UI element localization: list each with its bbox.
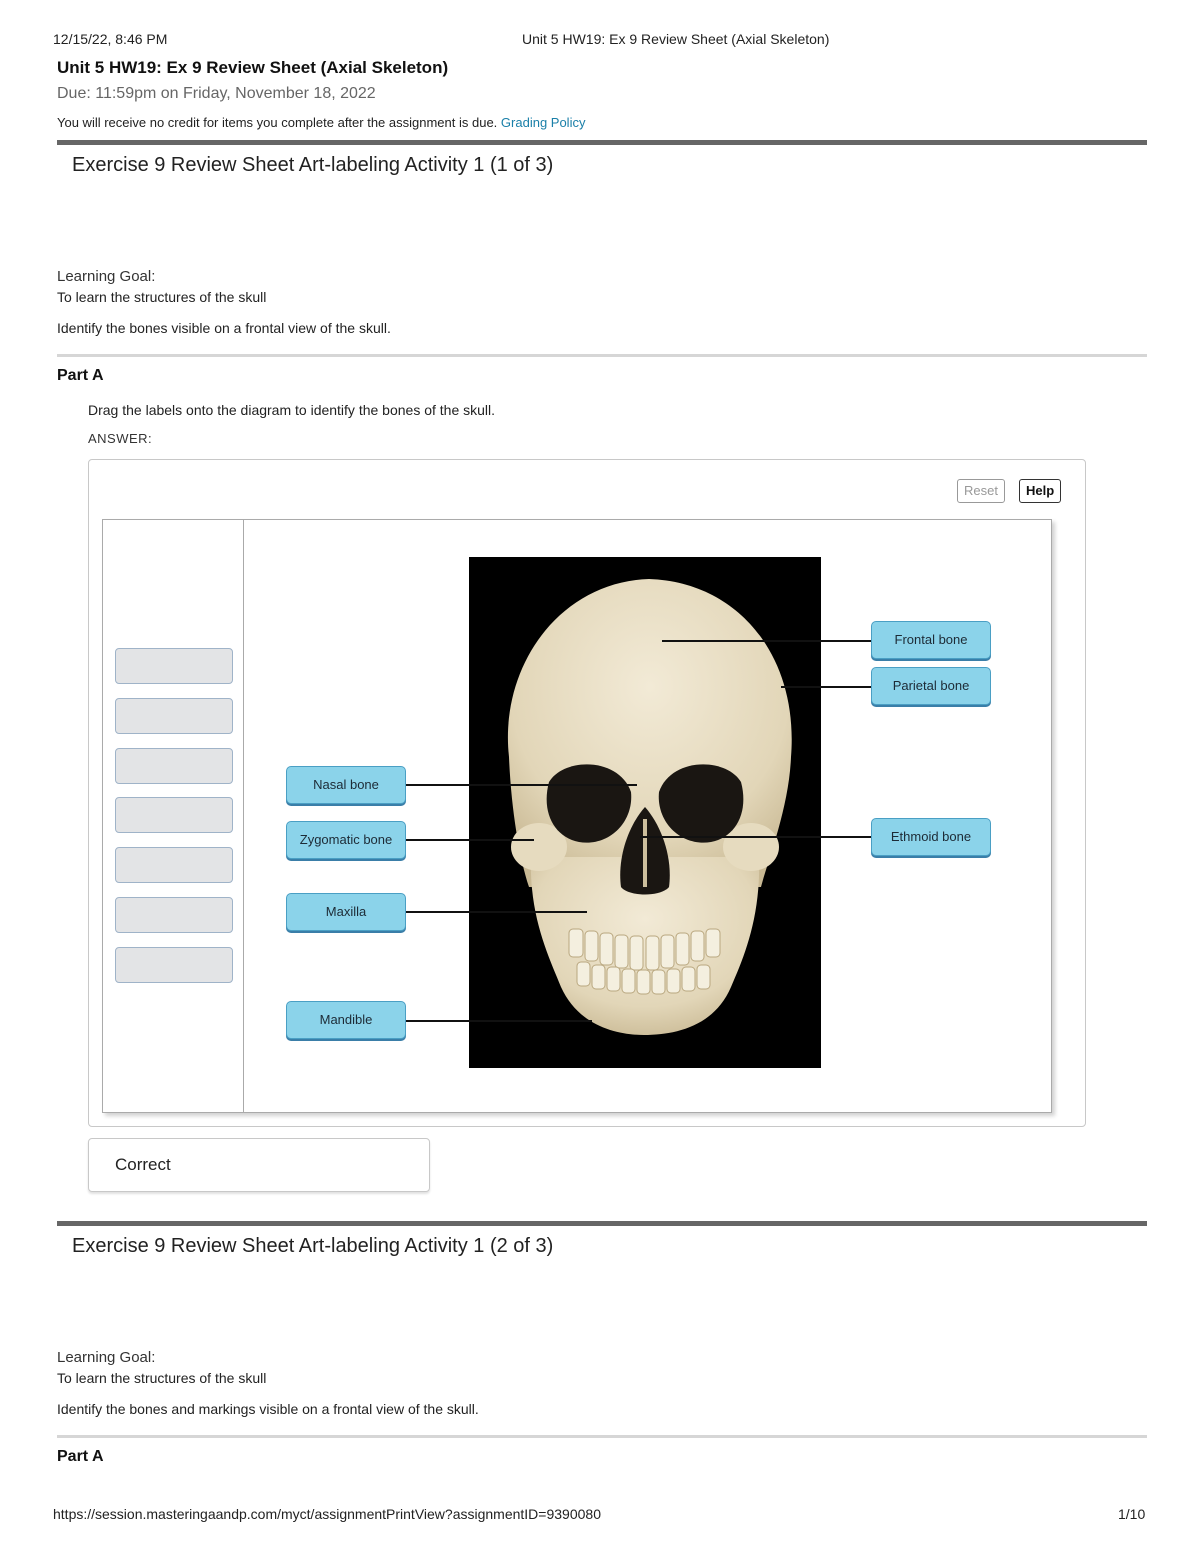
late-note-text: You will receive no credit for items you…: [57, 115, 498, 130]
label-zygomatic-bone[interactable]: Zygomatic bone: [286, 821, 406, 859]
exercise-instruction: Identify the bones visible on a frontal …: [57, 320, 391, 336]
part-instruction: Drag the labels onto the diagram to iden…: [88, 402, 496, 418]
print-url: https://session.masteringaandp.com/myct/…: [53, 1506, 601, 1522]
print-doc-title: Unit 5 HW19: Ex 9 Review Sheet (Axial Sk…: [522, 31, 830, 47]
leader-line-ethmoid: [640, 836, 871, 838]
label-bank-slot[interactable]: [115, 797, 233, 833]
label-bank-slot[interactable]: [115, 748, 233, 784]
late-policy-note: You will receive no credit for items you…: [57, 115, 585, 130]
part-divider: [57, 1435, 1147, 1438]
leader-line-frontal: [662, 640, 871, 642]
part-divider: [57, 354, 1147, 357]
part-label: Part A: [57, 367, 104, 384]
grading-policy-link[interactable]: Grading Policy: [501, 115, 586, 130]
reset-button[interactable]: Reset: [957, 479, 1005, 503]
skull-image: [469, 557, 821, 1068]
feedback-text: Correct: [115, 1155, 171, 1174]
learning-goal-text: To learn the structures of the skull: [57, 289, 267, 305]
label-frontal-bone[interactable]: Frontal bone: [871, 621, 991, 659]
page-number: 1/10: [1118, 1506, 1146, 1522]
label-bank-divider: [243, 519, 244, 1112]
label-bank-slot[interactable]: [115, 897, 233, 933]
label-maxilla[interactable]: Maxilla: [286, 893, 406, 931]
label-parietal-bone[interactable]: Parietal bone: [871, 667, 991, 705]
print-datetime: 12/15/22, 8:46 PM: [53, 31, 168, 47]
section-divider: [57, 1221, 1147, 1226]
feedback-box: Correct: [88, 1138, 430, 1192]
learning-goal-label: Learning Goal:: [57, 268, 156, 285]
label-bank-slot[interactable]: [115, 847, 233, 883]
label-bank-slot[interactable]: [115, 698, 233, 734]
exercise-title: Exercise 9 Review Sheet Art-labeling Act…: [72, 154, 554, 176]
label-bank-slot[interactable]: [115, 648, 233, 684]
label-ethmoid-bone[interactable]: Ethmoid bone: [871, 818, 991, 856]
help-button[interactable]: Help: [1019, 479, 1062, 503]
label-bank-slot[interactable]: [115, 947, 233, 983]
leader-line-parietal: [781, 686, 871, 688]
learning-goal-label: Learning Goal:: [57, 1349, 156, 1366]
part-label: Part A: [57, 1448, 104, 1465]
leader-line-mandible: [404, 1020, 592, 1022]
leader-line-maxilla: [404, 911, 587, 913]
label-mandible[interactable]: Mandible: [286, 1001, 406, 1039]
skull-drawing: [507, 579, 792, 1035]
leader-line-zygomatic: [404, 839, 534, 841]
assignment-title: Unit 5 HW19: Ex 9 Review Sheet (Axial Sk…: [57, 58, 449, 77]
exercise-instruction: Identify the bones and markings visible …: [57, 1401, 479, 1417]
label-nasal-bone[interactable]: Nasal bone: [286, 766, 406, 804]
answer-label: ANSWER:: [88, 431, 153, 446]
exercise-title: Exercise 9 Review Sheet Art-labeling Act…: [72, 1235, 554, 1257]
learning-goal-text: To learn the structures of the skull: [57, 1370, 267, 1386]
leader-line-nasal: [404, 784, 637, 786]
section-divider: [57, 140, 1147, 145]
due-date: Due: 11:59pm on Friday, November 18, 202…: [57, 85, 376, 102]
